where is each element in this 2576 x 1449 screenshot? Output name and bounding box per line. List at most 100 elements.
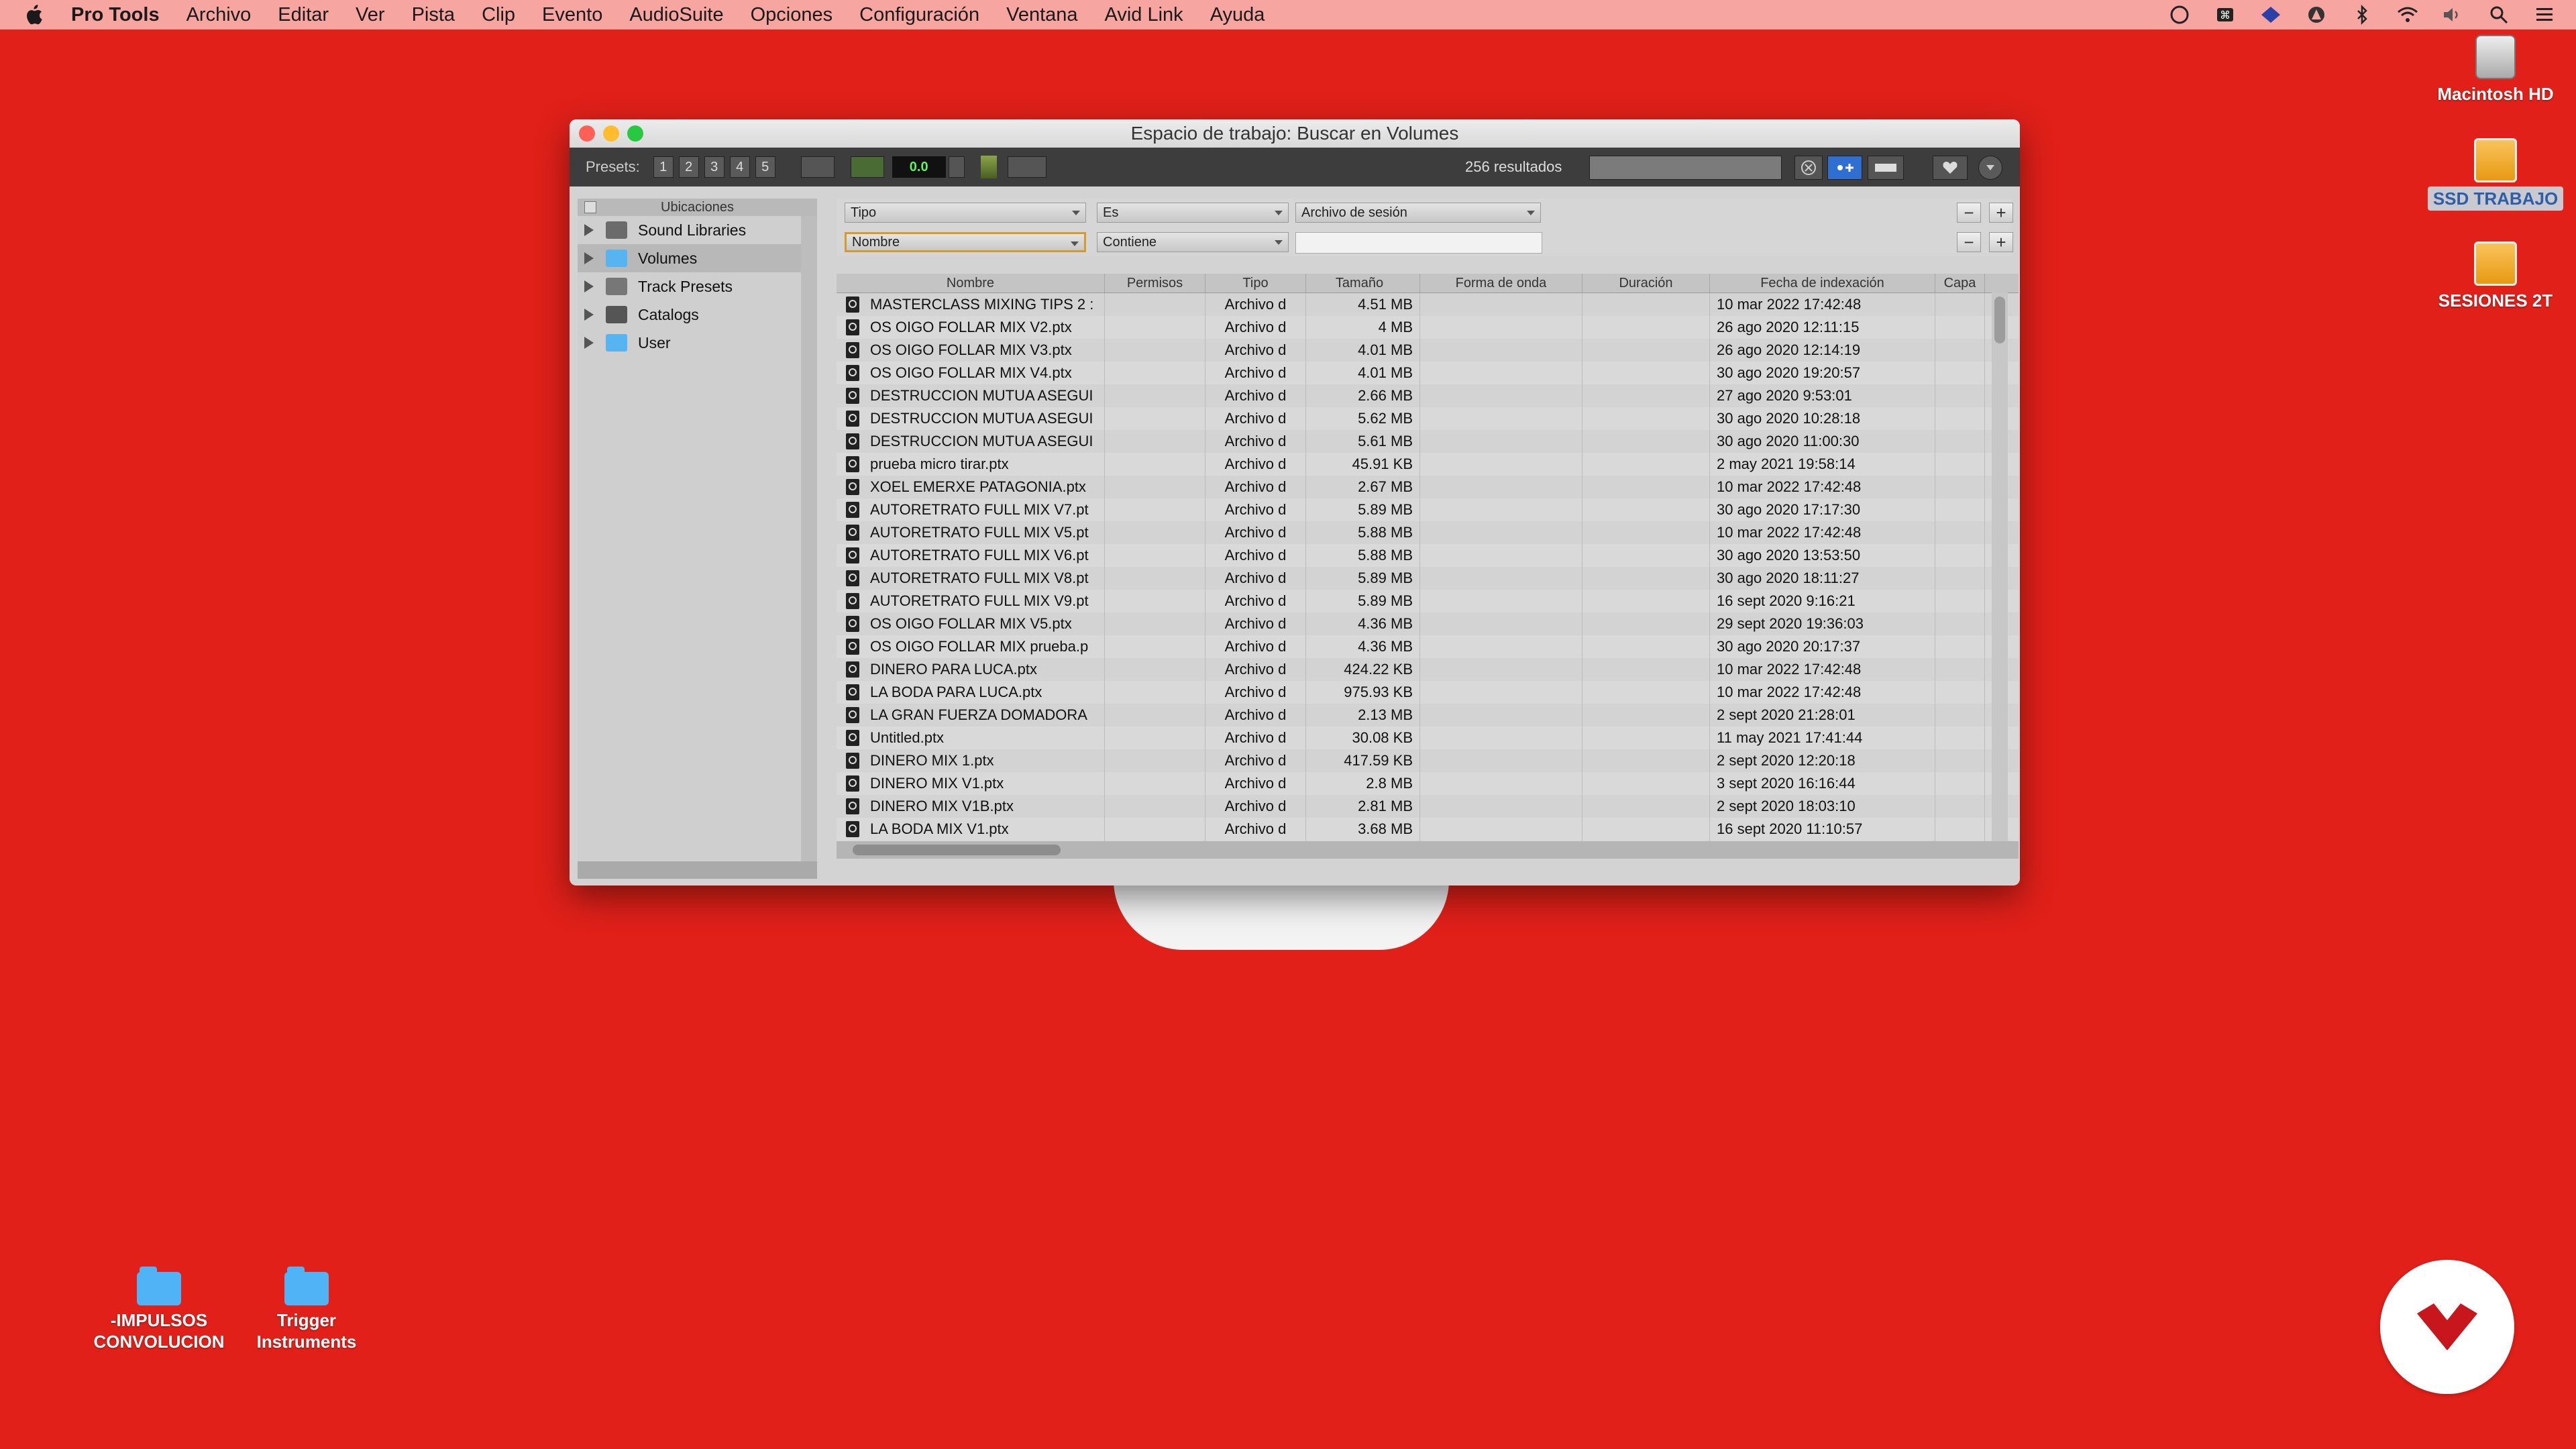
clear-search-icon[interactable] bbox=[1794, 156, 1823, 180]
avid-icon[interactable] bbox=[2259, 5, 2282, 25]
table-row[interactable]: LA GRAN FUERZA DOMADORA Archivo d 2.13 MB 2… bbox=[837, 704, 2019, 727]
table-row[interactable]: OS OIGO FOLLAR MIX V5.ptx Archivo d 4.36 M… bbox=[837, 612, 2019, 635]
table-horizontal-scrollbar[interactable] bbox=[837, 841, 2019, 859]
menu-archivo[interactable]: Archivo bbox=[186, 4, 252, 26]
disclosure-triangle-icon[interactable] bbox=[584, 280, 594, 292]
creative-cloud-icon[interactable] bbox=[2168, 5, 2191, 25]
desktop-folder-trigger[interactable]: Trigger Instruments bbox=[226, 1267, 387, 1352]
disclosure-triangle-icon[interactable] bbox=[584, 224, 594, 236]
table-row[interactable]: AUTORETRATO FULL MIX V9.pt Archivo d 5.89 … bbox=[837, 590, 2019, 612]
menu-pista[interactable]: Pista bbox=[412, 4, 455, 26]
criteria-operator-select-2[interactable]: Contiene bbox=[1097, 232, 1289, 252]
favorites-heart-icon[interactable] bbox=[1933, 156, 1968, 180]
menu-clip[interactable]: Clip bbox=[482, 4, 515, 26]
zoom-button[interactable] bbox=[627, 125, 643, 142]
menu-editar[interactable]: Editar bbox=[278, 4, 329, 26]
preview-volume-display[interactable]: 0.0 bbox=[892, 156, 946, 178]
control-center-icon[interactable] bbox=[2533, 5, 2556, 25]
toolbar-search-field[interactable] bbox=[1589, 156, 1782, 180]
volume-stepper[interactable] bbox=[948, 156, 965, 178]
scroll-thumb[interactable] bbox=[853, 845, 1061, 855]
bluetooth-icon[interactable] bbox=[2351, 5, 2373, 25]
apple-icon[interactable] bbox=[24, 4, 51, 25]
column-header-nombre[interactable]: Nombre bbox=[837, 274, 1105, 292]
table-row[interactable]: AUTORETRATO FULL MIX V7.pt Archivo d 5.89 … bbox=[837, 498, 2019, 521]
menu-opciones[interactable]: Opciones bbox=[751, 4, 833, 26]
command-icon[interactable]: ⌘ bbox=[2214, 5, 2237, 25]
menu-audiosuite[interactable]: AudioSuite bbox=[629, 4, 723, 26]
location-catalogs[interactable]: Catalogs bbox=[578, 301, 817, 329]
menu-avid-link[interactable]: Avid Link bbox=[1105, 4, 1183, 26]
table-row[interactable]: OS OIGO FOLLAR MIX V4.ptx Archivo d 4.01 M… bbox=[837, 362, 2019, 384]
menu-configuracion[interactable]: Configuración bbox=[859, 4, 979, 26]
table-row[interactable]: MASTERCLASS MIXING TIPS 2 : Archivo d 4.51… bbox=[837, 293, 2019, 316]
table-row[interactable]: AUTORETRATO FULL MIX V5.pt Archivo d 5.88 … bbox=[837, 521, 2019, 544]
locations-checkbox[interactable] bbox=[584, 201, 596, 213]
table-row[interactable]: LA BODA PARA LUCA.ptx Archivo d 975.93 KB 1… bbox=[837, 681, 2019, 704]
table-row[interactable]: Untitled.ptx Archivo d 30.08 KB 11 may 2021… bbox=[837, 727, 2019, 749]
add-criteria-button[interactable]: + bbox=[1989, 203, 2013, 223]
column-header-forma-de-onda[interactable]: Forma de onda bbox=[1420, 274, 1582, 292]
vpn-icon[interactable] bbox=[2305, 5, 2328, 25]
desktop-icon-sesiones[interactable]: SESIONES 2T bbox=[2415, 241, 2576, 311]
browser-menu-button[interactable] bbox=[800, 156, 835, 178]
table-row[interactable]: DINERO MIX V1.ptx Archivo d 2.8 MB 3 sept 2… bbox=[837, 772, 2019, 795]
menu-app-name[interactable]: Pro Tools bbox=[71, 4, 160, 26]
table-row[interactable]: AUTORETRATO FULL MIX V6.pt Archivo d 5.88 … bbox=[837, 544, 2019, 567]
table-row[interactable]: OS OIGO FOLLAR MIX prueba.p Archivo d 4.36… bbox=[837, 635, 2019, 658]
column-header-capa[interactable]: Capa bbox=[1935, 274, 1985, 292]
column-header-permisos[interactable]: Permisos bbox=[1105, 274, 1205, 292]
preset-4-button[interactable]: 4 bbox=[729, 156, 750, 178]
column-header-tamano[interactable]: Tamaño bbox=[1306, 274, 1420, 292]
location-user[interactable]: User bbox=[578, 329, 817, 357]
close-button[interactable] bbox=[579, 125, 595, 142]
menu-ver[interactable]: Ver bbox=[356, 4, 385, 26]
add-criteria-button[interactable]: + bbox=[1989, 232, 2013, 252]
table-row[interactable]: prueba micro tirar.ptx Archivo d 45.91 KB 2… bbox=[837, 453, 2019, 476]
locations-scrollbar[interactable] bbox=[801, 216, 817, 861]
audition-button[interactable] bbox=[850, 156, 884, 178]
window-titlebar[interactable]: Espacio de trabajo: Buscar en Volumes bbox=[570, 119, 2020, 148]
column-header-tipo[interactable]: Tipo bbox=[1205, 274, 1306, 292]
disclosure-triangle-icon[interactable] bbox=[584, 252, 594, 264]
disclosure-triangle-icon[interactable] bbox=[584, 309, 594, 321]
advanced-search-button[interactable] bbox=[1827, 156, 1862, 180]
table-row[interactable]: XOEL EMERXE PATAGONIA.ptx Archivo d 2.67 M… bbox=[837, 476, 2019, 498]
location-sound-libraries[interactable]: Sound Libraries bbox=[578, 216, 817, 244]
table-row[interactable]: DESTRUCCION MUTUA ASEGUI Archivo d 5.62 MB… bbox=[837, 407, 2019, 430]
table-row[interactable]: DESTRUCCION MUTUA ASEGUI Archivo d 2.66 MB… bbox=[837, 384, 2019, 407]
scroll-thumb[interactable] bbox=[1994, 297, 2005, 343]
remove-criteria-button[interactable]: − bbox=[1957, 203, 1981, 223]
menu-ventana[interactable]: Ventana bbox=[1006, 4, 1077, 26]
location-track-presets[interactable]: Track Presets bbox=[578, 272, 817, 301]
column-header-duracion[interactable]: Duración bbox=[1582, 274, 1710, 292]
preset-1-button[interactable]: 1 bbox=[653, 156, 674, 178]
preset-2-button[interactable]: 2 bbox=[678, 156, 699, 178]
preset-3-button[interactable]: 3 bbox=[704, 156, 724, 178]
table-row[interactable]: OS OIGO FOLLAR MIX V2.ptx Archivo d4 MB 26… bbox=[837, 316, 2019, 339]
menu-ayuda[interactable]: Ayuda bbox=[1210, 4, 1265, 26]
preset-5-button[interactable]: 5 bbox=[755, 156, 775, 178]
minimize-button[interactable] bbox=[603, 125, 619, 142]
search-icon[interactable] bbox=[2487, 5, 2510, 25]
wifi-icon[interactable] bbox=[2396, 5, 2419, 25]
volume-icon[interactable] bbox=[2442, 5, 2465, 25]
menu-evento[interactable]: Evento bbox=[542, 4, 602, 26]
desktop-icon-macintosh-hd[interactable]: Macintosh HD bbox=[2415, 35, 2576, 105]
criteria-field-select-2[interactable]: Nombre bbox=[845, 232, 1086, 252]
remove-criteria-button[interactable]: − bbox=[1957, 232, 1981, 252]
window-menu-chevron-icon[interactable] bbox=[1978, 156, 2002, 180]
loop-button[interactable] bbox=[1007, 156, 1046, 178]
table-row[interactable]: OS OIGO FOLLAR MIX V3.ptx Archivo d 4.01 M… bbox=[837, 339, 2019, 362]
desktop-icon-ssd-trabajo[interactable]: SSD TRABAJO bbox=[2415, 138, 2576, 211]
table-row[interactable]: AUTORETRATO FULL MIX V8.pt Archivo d 5.89 … bbox=[837, 567, 2019, 590]
disclosure-triangle-icon[interactable] bbox=[584, 337, 594, 349]
table-row[interactable]: DINERO MIX V1B.ptx Archivo d 2.81 MB 2 sept… bbox=[837, 795, 2019, 818]
desktop-folder-impulsos[interactable]: -IMPULSOS CONVOLUCION bbox=[78, 1267, 239, 1352]
criteria-field-select-1[interactable]: Tipo bbox=[845, 203, 1086, 223]
criteria-value-select-1[interactable]: Archivo de sesión bbox=[1295, 203, 1541, 223]
table-row[interactable]: DINERO PARA LUCA.ptx Archivo d 424.22 KB 10… bbox=[837, 658, 2019, 681]
table-vertical-scrollbar[interactable] bbox=[1992, 292, 2008, 843]
criteria-operator-select-1[interactable]: Es bbox=[1097, 203, 1289, 223]
view-toggle-button[interactable] bbox=[1868, 156, 1904, 180]
